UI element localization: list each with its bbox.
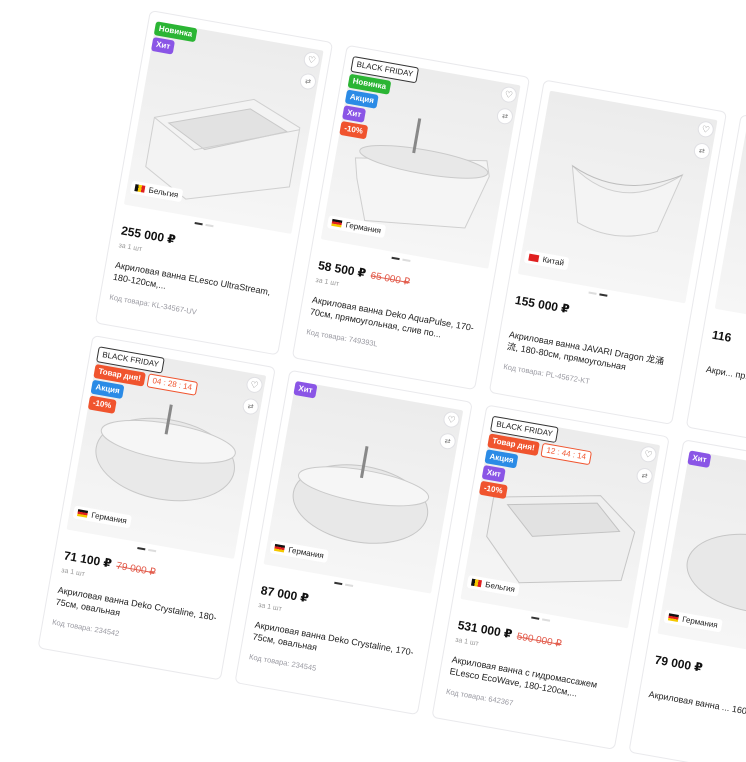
old-price: 590 000 ₽ xyxy=(515,631,563,650)
product-image[interactable] xyxy=(714,125,746,339)
product-code: Код товара: KL-34567-UV xyxy=(108,292,198,317)
product-image[interactable] xyxy=(123,21,324,234)
unit-label: за 1 шт xyxy=(314,276,340,288)
badge-list: BLACK FRIDAY Новинка Акция Хит -10% xyxy=(339,55,420,146)
image-pager[interactable] xyxy=(334,581,354,587)
product-image[interactable] xyxy=(263,380,464,594)
product-image[interactable] xyxy=(657,450,746,664)
unit-label: за 1 шт xyxy=(454,636,480,648)
old-price: 79 000 ₽ xyxy=(115,560,157,579)
old-price: 65 000 ₽ xyxy=(369,270,411,289)
price: 58 500 ₽ xyxy=(317,258,368,281)
product-code: Код товара: 642367 xyxy=(445,686,514,708)
image-pager[interactable] xyxy=(194,222,214,228)
countdown-timer: 04 : 28 : 14 xyxy=(146,373,199,396)
china-flag-icon xyxy=(528,253,540,263)
product-code: Код товара: 234542 xyxy=(51,617,120,639)
unit-label: за 1 шт xyxy=(257,601,283,613)
price: 116 xyxy=(710,327,733,345)
product-card[interactable]: Хит ♡ ⇄ Германия 87 000 ₽ за 1 шт Акрило… xyxy=(234,369,473,716)
product-card[interactable]: ♡ ⇄ Китай 155 000 ₽ Акриловая ванна JAVA… xyxy=(488,79,728,425)
catalog-viewport: Новинка Хит ♡ ⇄ Бельгия 255 000 ₽ за 1 ш… xyxy=(0,0,746,762)
germany-flag-icon xyxy=(273,543,286,553)
badge-hit: Хит xyxy=(481,464,506,483)
unit-label: за 1 шт xyxy=(60,567,86,579)
product-code: Код товара: PL-45672-KT xyxy=(502,361,591,386)
germany-flag-icon xyxy=(77,509,89,518)
germany-flag-icon xyxy=(667,613,679,622)
product-card[interactable]: BLACK FRIDAY Новинка Акция Хит -10% ♡ ⇄ … xyxy=(291,44,531,391)
product-image[interactable] xyxy=(517,90,718,304)
unit-label: за 1 шт xyxy=(117,242,143,254)
product-title[interactable]: Акри... пр. 17... xyxy=(705,363,746,404)
image-pager[interactable] xyxy=(137,546,157,553)
product-code: Код товара: 234545 xyxy=(248,652,317,673)
image-pager[interactable] xyxy=(531,616,551,622)
belgium-flag-icon xyxy=(470,578,483,588)
badge-hit: Хит xyxy=(341,105,367,123)
product-card[interactable]: Новинка Хит ♡ ⇄ Бельгия 255 000 ₽ за 1 ш… xyxy=(94,10,334,356)
product-card[interactable]: BLACK FRIDAY Товар дня! 12 : 44 : 14 Акц… xyxy=(431,404,670,750)
price: 155 000 ₽ xyxy=(514,292,571,317)
product-card[interactable]: BLACK FRIDAY Товар дня! 04 : 28 : 14 Акц… xyxy=(37,334,276,681)
image-pager[interactable] xyxy=(391,256,411,263)
image-pager[interactable] xyxy=(588,291,608,297)
price: 87 000 ₽ xyxy=(259,583,310,606)
price: 71 100 ₽ xyxy=(62,548,113,571)
countdown-timer: 12 : 44 : 14 xyxy=(540,442,592,466)
belgium-flag-icon xyxy=(134,184,146,193)
price: 79 000 ₽ xyxy=(653,652,704,675)
product-title[interactable]: Акриловая ванна ... 160-75см, овальная xyxy=(648,688,746,729)
germany-flag-icon xyxy=(331,218,343,228)
product-code: Код товара: 749393L xyxy=(305,327,379,349)
country-label: Китай xyxy=(541,255,565,268)
